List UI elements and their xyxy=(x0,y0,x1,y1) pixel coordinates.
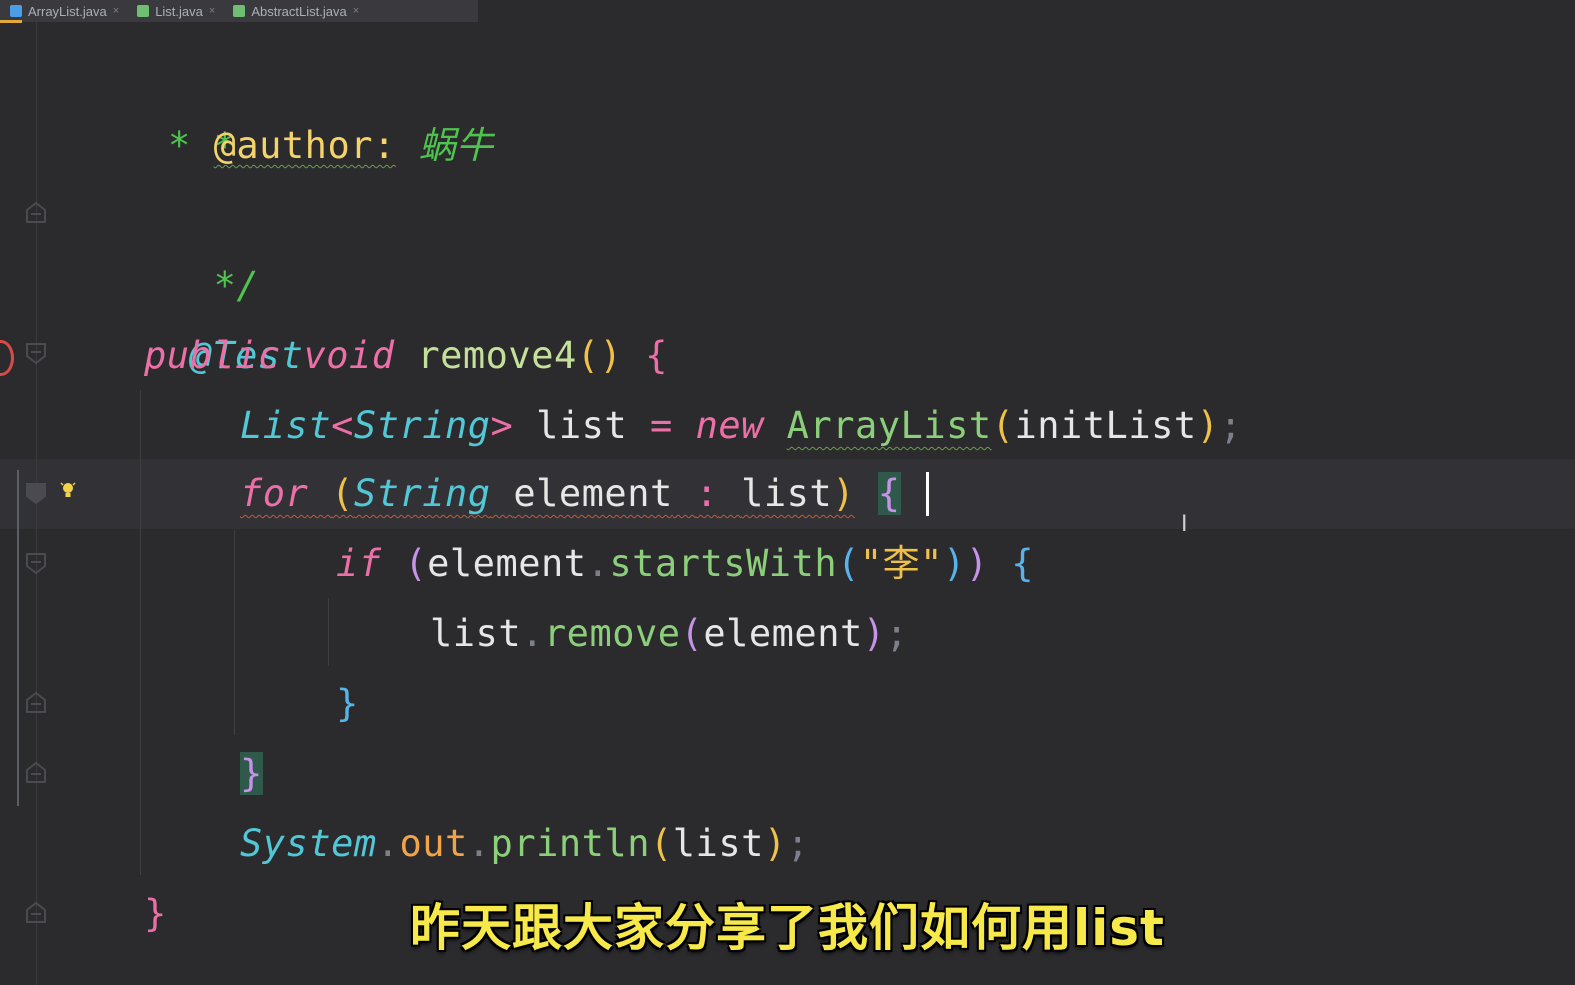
tab-label: ArrayList.java xyxy=(28,3,107,19)
brace: { xyxy=(1011,542,1035,585)
operator: < xyxy=(331,404,354,447)
code-line[interactable]: for (String element : list) { xyxy=(240,459,901,529)
keyword: if xyxy=(336,542,382,585)
paren: ) xyxy=(1196,404,1220,447)
punctuation: . xyxy=(586,542,610,585)
method-name: remove4 xyxy=(417,334,577,377)
punctuation: . xyxy=(521,612,544,655)
fold-end-icon[interactable] xyxy=(24,690,48,714)
paren: ( xyxy=(404,542,428,585)
paren: ( xyxy=(991,404,1015,447)
comment-text: * xyxy=(168,124,214,167)
keyword: new xyxy=(695,404,764,447)
punctuation: ; xyxy=(1219,404,1243,447)
fold-end-icon[interactable] xyxy=(24,760,48,784)
paren: ) xyxy=(832,472,855,515)
fold-end-icon[interactable] xyxy=(24,200,48,224)
close-icon[interactable]: × xyxy=(209,5,215,17)
code-line[interactable]: @Test xyxy=(144,251,303,377)
close-icon[interactable]: × xyxy=(353,5,359,17)
code-line[interactable]: System.out.println(list); xyxy=(240,809,809,879)
paren: ) xyxy=(763,822,787,865)
class-name: ArrayList xyxy=(786,404,992,447)
mouse-ibeam-icon: I xyxy=(1181,512,1188,537)
code-line[interactable]: list.remove(element); xyxy=(430,599,908,669)
paren: ( xyxy=(649,822,673,865)
code-line[interactable]: List<String> list = new ArrayList(initLi… xyxy=(240,391,1242,461)
variable: list xyxy=(536,404,628,447)
tab-arraylist[interactable]: ArrayList.java × xyxy=(0,0,127,22)
brace-match-highlight: { xyxy=(877,472,901,515)
punctuation: . xyxy=(467,822,491,865)
fold-start-icon[interactable] xyxy=(24,482,48,506)
operator: > xyxy=(490,404,514,447)
active-tab-indicator xyxy=(0,20,22,23)
code-line[interactable]: } xyxy=(240,739,263,809)
type-name: String xyxy=(353,404,491,447)
tab-label: List.java xyxy=(155,3,203,19)
indent-guide xyxy=(140,390,141,875)
tab-abstractlist[interactable]: AbstractList.java × xyxy=(223,0,367,22)
paren: ( xyxy=(331,472,354,515)
code-line[interactable]: * xyxy=(168,42,236,168)
field: out xyxy=(399,822,468,865)
paren: ( xyxy=(680,612,704,655)
indent-guide xyxy=(234,530,235,735)
method-call: startsWith xyxy=(609,542,838,585)
brace: { xyxy=(645,334,668,377)
punctuation: . xyxy=(376,822,400,865)
method-call: println xyxy=(490,822,650,865)
paren: ) xyxy=(942,542,966,585)
breakpoint-icon[interactable] xyxy=(0,340,14,376)
javadoc-tag: @author: xyxy=(213,124,396,167)
lightbulb-icon[interactable] xyxy=(60,480,76,502)
keyword: void xyxy=(303,334,395,377)
paren: () xyxy=(576,334,623,377)
editor-tab-bar: ArrayList.java × List.java × AbstractLis… xyxy=(0,0,478,22)
type-name: List xyxy=(240,404,332,447)
tab-label: AbstractList.java xyxy=(251,3,347,19)
indent-guide xyxy=(328,598,329,666)
type-name: System xyxy=(240,822,377,865)
operator: = xyxy=(650,404,673,447)
code-line[interactable]: * @author: 蜗牛 xyxy=(168,111,494,181)
text-cursor xyxy=(926,472,929,516)
brace: } xyxy=(336,682,359,725)
paren: ) xyxy=(965,542,989,585)
punctuation: ; xyxy=(786,822,810,865)
punctuation: ; xyxy=(885,612,909,655)
comment-text xyxy=(396,124,419,167)
fold-start-icon[interactable] xyxy=(24,342,48,366)
close-icon[interactable]: × xyxy=(113,5,119,17)
code-line[interactable]: if (element.startsWith("李")) { xyxy=(336,529,1034,599)
method-call: remove xyxy=(543,612,681,655)
variable: element xyxy=(703,612,863,655)
video-subtitle: 昨天跟大家分享了我们如何用list xyxy=(410,899,1165,957)
tab-list[interactable]: List.java × xyxy=(127,0,223,22)
variable: initList xyxy=(1014,404,1197,447)
type-name: String xyxy=(353,472,491,515)
code-line[interactable]: */ xyxy=(168,181,259,307)
variable: element xyxy=(427,542,587,585)
java-class-icon xyxy=(10,5,22,17)
string-literal: "李" xyxy=(859,542,943,585)
interface-icon xyxy=(137,5,150,17)
variable: list xyxy=(672,822,764,865)
variable: element xyxy=(513,472,673,515)
keyword: for xyxy=(240,472,309,515)
fold-start-icon[interactable] xyxy=(24,552,48,576)
code-line[interactable]: } xyxy=(336,669,359,739)
variable: list xyxy=(741,472,833,515)
code-line[interactable]: public void remove4() { xyxy=(144,321,668,391)
author-name: 蜗牛 xyxy=(418,124,494,167)
operator: : xyxy=(695,472,719,515)
brace-match-highlight: } xyxy=(240,752,263,795)
paren: ) xyxy=(862,612,886,655)
paren: ( xyxy=(837,542,860,585)
variable: list xyxy=(430,612,522,655)
keyword: public xyxy=(144,334,281,377)
abstract-class-icon xyxy=(233,5,246,17)
change-marker xyxy=(17,470,19,806)
